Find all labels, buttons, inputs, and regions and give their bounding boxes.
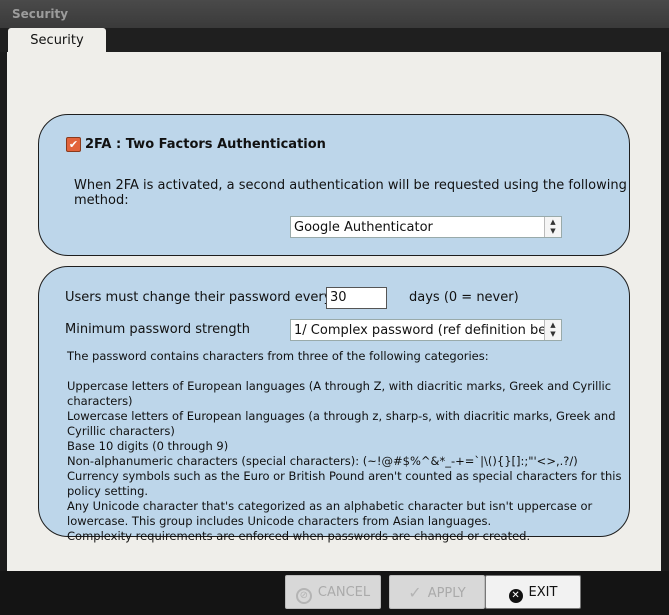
twofa-checkbox-label[interactable]: 2FA : Two Factors Authentication (85, 137, 326, 152)
apply-label: APPLY (427, 586, 466, 601)
policy-line: Any Unicode character that's categorized… (67, 499, 593, 528)
apply-button[interactable]: ✓ APPLY (389, 575, 485, 609)
password-strength-label: Minimum password strength (65, 322, 250, 337)
policy-line: Lowercase letters of European languages … (67, 409, 616, 438)
twofa-method-select[interactable]: Google Authenticator ▲ ▼ (290, 216, 562, 238)
policy-line: Non-alphanumeric characters (special cha… (67, 454, 622, 498)
password-policy-info: The password contains characters from th… (67, 349, 627, 544)
password-panel: Users must change their password every 3… (38, 266, 630, 543)
password-days-input[interactable]: 30 (326, 287, 387, 309)
security-page: ✔ 2FA : Two Factors Authentication When … (7, 52, 661, 571)
twofa-checkbox[interactable]: ✔ (66, 137, 81, 152)
policy-line: Uppercase letters of European languages … (67, 379, 612, 408)
updown-arrows-icon[interactable]: ▲ ▼ (544, 320, 561, 340)
password-strength-value: 1/ Complex password (ref definition bell… (294, 323, 562, 338)
exit-label: EXIT (528, 585, 558, 600)
policy-line: Base 10 digits (0 through 9) (67, 439, 229, 453)
cancel-button[interactable]: ⊘ CANCEL (285, 575, 381, 609)
check-icon: ✔ (68, 138, 79, 151)
window-title: Security (12, 7, 69, 21)
tab-strip: Security (0, 28, 669, 53)
checkmark-icon: ✓ (408, 583, 422, 602)
twofa-description: When 2FA is activated, a second authenti… (74, 178, 627, 208)
policy-line: The password contains characters from th… (67, 349, 489, 363)
no-entry-icon: ⊘ (295, 588, 312, 604)
policy-spacer (67, 364, 627, 379)
twofa-method-value: Google Authenticator (294, 220, 433, 235)
cancel-label: CANCEL (317, 585, 371, 600)
policy-line: Complexity requirements are enforced whe… (67, 529, 531, 543)
tab-security[interactable]: Security (8, 28, 106, 53)
password-days-suffix: days (0 = never) (409, 290, 519, 305)
password-change-label: Users must change their password every (65, 290, 332, 305)
updown-arrows-icon[interactable]: ▲ ▼ (544, 217, 561, 237)
password-strength-select[interactable]: 1/ Complex password (ref definition bell… (290, 319, 562, 341)
title-bar: Security (0, 0, 669, 28)
close-circle-icon: ✕ (508, 589, 523, 603)
button-bar: ⊘ CANCEL ✓ APPLY ✕ EXIT (0, 571, 669, 615)
twofa-panel: ✔ 2FA : Two Factors Authentication When … (38, 114, 630, 256)
exit-button[interactable]: ✕ EXIT (485, 575, 581, 609)
